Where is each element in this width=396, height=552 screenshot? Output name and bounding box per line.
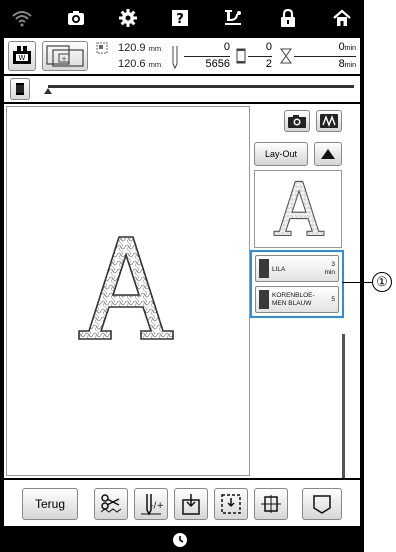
svg-text:+: + <box>61 55 67 63</box>
letter-a-thumbnail <box>273 180 325 237</box>
basting-button[interactable] <box>254 488 288 520</box>
camera-view-button[interactable] <box>284 110 310 132</box>
height-unit: mm <box>148 60 162 69</box>
layout-button[interactable]: Lay-Out <box>254 142 308 166</box>
thread-cut-button[interactable] <box>94 488 128 520</box>
svg-text:W: W <box>19 54 26 62</box>
clock-icon[interactable] <box>172 532 188 548</box>
device-frame: ? W + 120.9 mm 120.6 mm 0 5656 0 2 0min … <box>0 0 364 552</box>
time-divider <box>294 56 356 57</box>
color-item-1[interactable]: LILA 3 min <box>255 255 339 282</box>
help-icon[interactable]: ? <box>168 6 192 30</box>
color-time: 3 <box>331 261 335 268</box>
pocket-icon <box>313 495 331 514</box>
color-count-total: 2 <box>265 58 272 70</box>
progress-row <box>4 76 360 102</box>
width-unit: mm <box>148 44 162 53</box>
color-swatch <box>259 290 269 309</box>
camera-icon[interactable] <box>64 6 88 30</box>
hourglass-icon <box>280 48 292 64</box>
color-count-current: 0 <box>265 41 272 53</box>
pocket-button[interactable] <box>302 488 342 520</box>
wifi-icon[interactable] <box>10 6 34 30</box>
tension-icon[interactable] <box>222 6 246 30</box>
thread-tension-button[interactable]: -/+ <box>134 488 168 520</box>
color-name-line-2: MEN BLAUW <box>272 300 312 307</box>
time-current-unit: min <box>344 45 356 52</box>
color-time: 5 <box>331 296 335 303</box>
color-name-line-1: KORENBLOE- <box>272 292 315 299</box>
scissors-icon <box>100 494 122 513</box>
top-bar: ? <box>0 0 364 36</box>
height-readout: 120.6 mm <box>118 58 161 70</box>
scroll-up-button[interactable] <box>314 142 342 166</box>
needle-tension-icon: -/+ <box>141 494 163 516</box>
callout-line <box>342 282 372 283</box>
main-area: Lay-Out LILA 3 min KORENBLOE- MEN BLAUW <box>4 104 360 478</box>
thread-color-button[interactable] <box>10 78 30 100</box>
embroidery-frame-icon: W <box>13 46 31 64</box>
progress-marker-icon[interactable] <box>44 88 52 94</box>
color-swatch <box>259 259 269 278</box>
color-list-scrollbar[interactable] <box>342 334 345 478</box>
bottom-bar: Terug -/+ <box>4 480 360 526</box>
stitch-view-button[interactable] <box>316 110 342 132</box>
color-time-unit: min <box>324 269 335 276</box>
letter-a-design <box>78 236 174 340</box>
home-icon[interactable] <box>330 6 354 30</box>
width-value: 120.9 <box>118 42 146 54</box>
size-icon <box>96 42 108 54</box>
color-change-icon <box>236 48 246 64</box>
trial-button[interactable] <box>214 488 248 520</box>
spool-icon <box>16 83 24 95</box>
width-readout: 120.9 mm <box>118 42 161 54</box>
thread-color-list: LILA 3 min KORENBLOE- MEN BLAUW 5 <box>250 250 344 318</box>
back-button[interactable]: Terug <box>22 488 78 520</box>
stitch-divider <box>184 56 230 57</box>
needle-icon <box>172 46 178 70</box>
design-thumbnail <box>254 170 342 248</box>
embroidery-preview-canvas[interactable] <box>6 106 250 476</box>
stitch-progress-bar[interactable] <box>48 85 354 88</box>
info-bar: W + 120.9 mm 120.6 mm 0 5656 0 2 0min 8m… <box>4 38 360 74</box>
trial-frame-icon <box>221 494 241 514</box>
color-divider <box>248 56 272 57</box>
color-item-2[interactable]: KORENBLOE- MEN BLAUW 5 <box>255 286 339 313</box>
time-current-readout: 0min <box>294 41 356 53</box>
triangle-up-icon <box>321 149 335 159</box>
height-value: 120.6 <box>118 58 146 70</box>
time-total-readout: 8min <box>294 58 356 70</box>
svg-text:?: ? <box>176 12 184 27</box>
footer-bar <box>0 528 364 552</box>
start-point-icon <box>182 494 200 515</box>
stitch-count-total: 5656 <box>205 58 230 70</box>
frame-display-button[interactable]: + <box>42 41 88 71</box>
stitch-count-current: 0 <box>223 41 230 53</box>
hoop-size-icon: + <box>46 45 84 67</box>
embroidery-mode-button[interactable]: W <box>8 41 36 71</box>
stitch-view-icon <box>320 114 338 128</box>
camera-icon <box>288 115 306 128</box>
lock-icon[interactable] <box>276 6 300 30</box>
settings-icon[interactable] <box>116 6 140 30</box>
start-position-button[interactable] <box>174 488 208 520</box>
callout-number: ① <box>372 272 392 292</box>
frame-move-icon <box>261 495 281 513</box>
time-total-unit: min <box>344 62 356 69</box>
svg-text:-/+: -/+ <box>150 501 163 511</box>
color-name: LILA <box>272 266 286 273</box>
